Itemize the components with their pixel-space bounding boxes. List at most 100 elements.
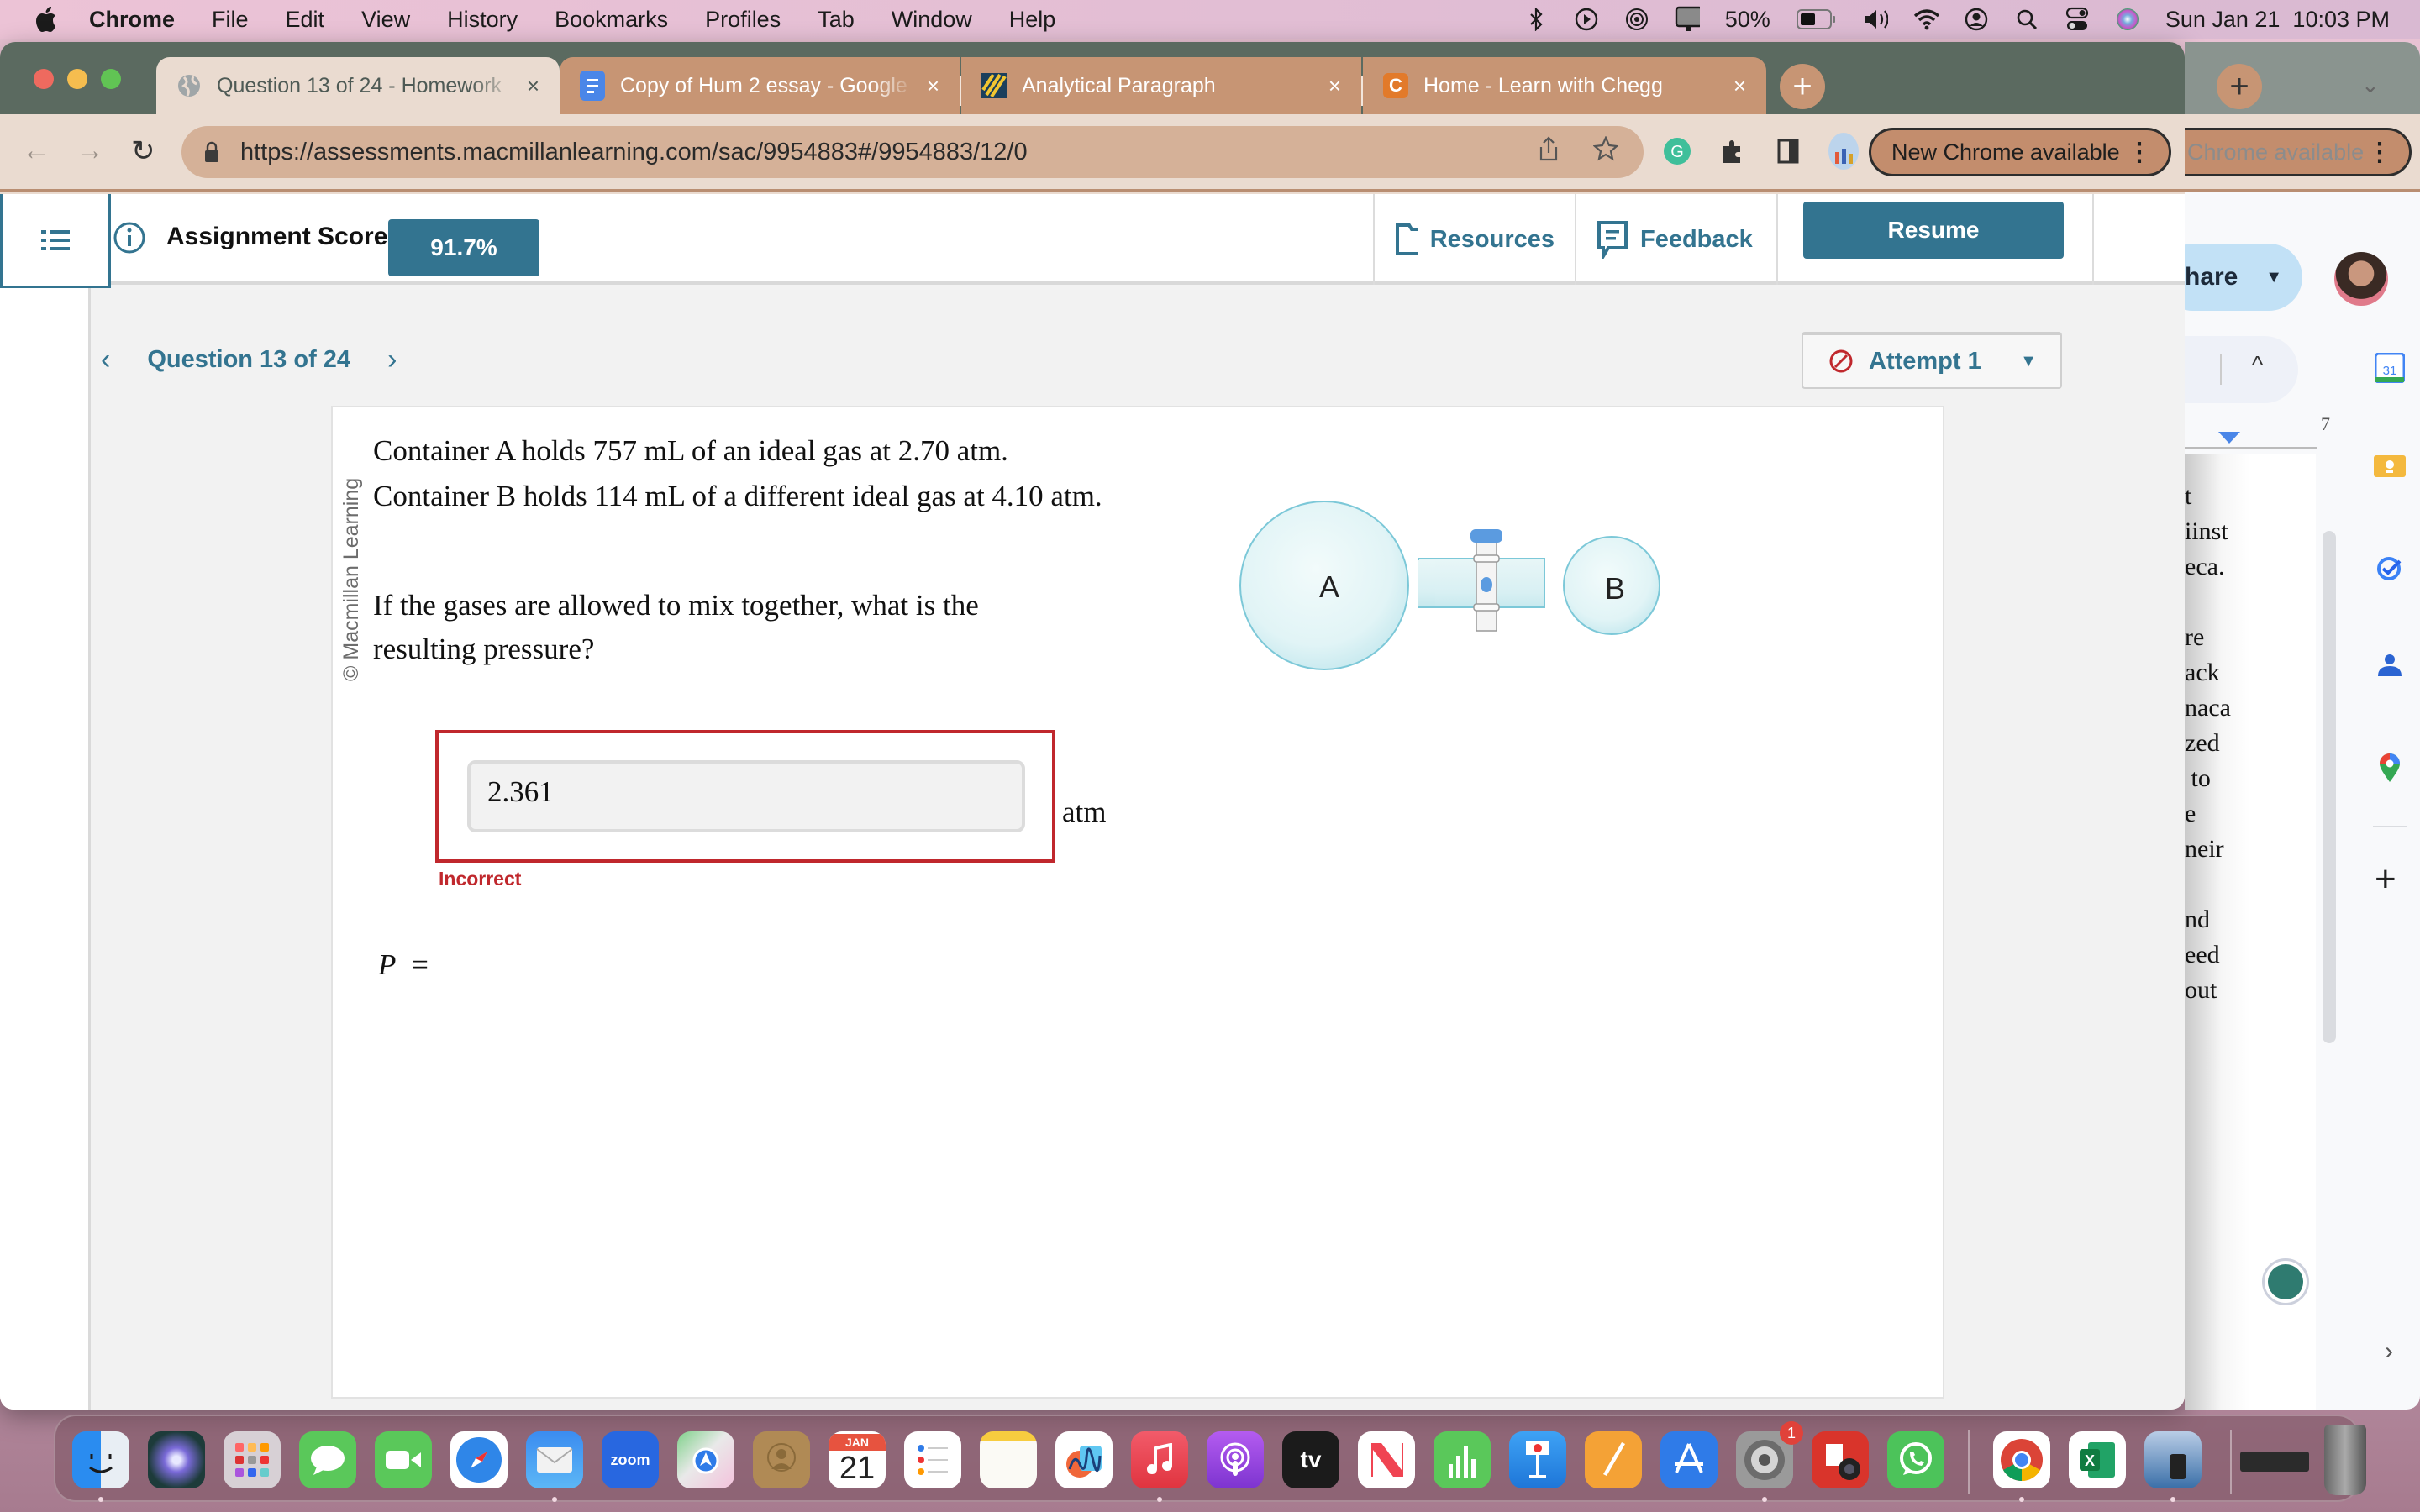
background-new-chrome-button[interactable]: Chrome available ⋮ <box>2185 128 2412 176</box>
menu-file[interactable]: File <box>212 7 249 33</box>
menu-window[interactable]: Window <box>892 7 972 33</box>
numbers-icon[interactable] <box>1434 1431 1491 1488</box>
reminders-icon[interactable] <box>904 1431 961 1488</box>
contacts-icon[interactable] <box>753 1431 810 1488</box>
docs-share-button[interactable]: hare ▼ <box>2185 244 2302 311</box>
google-tasks-icon[interactable] <box>2373 551 2407 585</box>
new-tab-button[interactable]: + <box>1780 64 1825 109</box>
forward-button[interactable]: → <box>76 134 104 167</box>
facetime-icon[interactable] <box>375 1431 432 1488</box>
extensions-puzzle-icon[interactable] <box>1716 131 1749 171</box>
previous-question-button[interactable]: ‹ <box>101 344 110 376</box>
resume-button[interactable]: Resume <box>1803 202 2064 259</box>
notes-icon[interactable] <box>980 1431 1037 1488</box>
resources-button[interactable]: Resources <box>1373 194 1575 285</box>
assistant-button[interactable] <box>2262 1258 2309 1305</box>
music-icon[interactable] <box>1131 1431 1188 1488</box>
google-maps-icon[interactable] <box>2373 751 2407 785</box>
menu-edit[interactable]: Edit <box>286 7 325 33</box>
menu-bookmarks[interactable]: Bookmarks <box>555 7 668 33</box>
tab-google-doc[interactable]: Copy of Hum 2 essay - Google × <box>560 57 960 114</box>
whatsapp-icon[interactable] <box>1887 1431 1944 1488</box>
airdrop-icon[interactable] <box>1624 7 1649 32</box>
calendar-icon[interactable]: JAN 21 <box>829 1431 886 1488</box>
maps-icon[interactable] <box>677 1431 734 1488</box>
close-window-button[interactable] <box>34 69 54 89</box>
google-keep-icon[interactable] <box>2373 450 2407 484</box>
freeform-icon[interactable] <box>1055 1431 1113 1488</box>
grammarly-icon[interactable]: G <box>1660 131 1694 171</box>
tab-analytical-paragraph[interactable]: Analytical Paragraph × <box>961 57 1361 114</box>
feedback-button[interactable]: Feedback <box>1575 194 1776 285</box>
google-calendar-icon[interactable]: 31 <box>2373 351 2407 385</box>
pages-icon[interactable] <box>1585 1431 1642 1488</box>
collapse-menus-button[interactable]: ^ <box>2185 336 2298 403</box>
battery-icon[interactable] <box>1796 7 1838 32</box>
side-panel-icon[interactable] <box>1771 131 1805 171</box>
expand-side-panel-chevron[interactable]: › <box>2385 1337 2393 1366</box>
next-question-button[interactable]: › <box>387 344 397 376</box>
apple-menu-icon[interactable] <box>34 5 59 34</box>
back-button[interactable]: ← <box>22 134 50 167</box>
launchpad-icon[interactable] <box>224 1431 281 1488</box>
bluetooth-icon[interactable] <box>1523 7 1549 32</box>
menu-help[interactable]: Help <box>1009 7 1056 33</box>
user-avatar[interactable] <box>2334 252 2388 306</box>
siri-app-icon[interactable] <box>148 1431 205 1488</box>
messages-icon[interactable] <box>299 1431 356 1488</box>
user-icon[interactable] <box>1964 7 1989 32</box>
spotlight-icon[interactable] <box>2014 7 2039 32</box>
share-icon[interactable] <box>1538 135 1560 169</box>
menu-view[interactable]: View <box>361 7 410 33</box>
clock[interactable]: Sun Jan 21 10:03 PM <box>2165 7 2390 33</box>
menu-app-name[interactable]: Chrome <box>89 7 175 33</box>
background-new-tab-button[interactable]: + <box>2217 64 2262 109</box>
app-store-icon[interactable] <box>1660 1431 1718 1488</box>
menu-history[interactable]: History <box>447 7 518 33</box>
tab-chegg[interactable]: C Home - Learn with Chegg × <box>1363 57 1766 114</box>
keynote-icon[interactable] <box>1509 1431 1566 1488</box>
trash-icon[interactable] <box>2324 1425 2366 1495</box>
tab-search-chevron-icon[interactable]: ⌄ <box>2361 72 2380 98</box>
address-bar[interactable]: https://assessments.macmillanlearning.co… <box>182 126 1644 178</box>
tab-close-button[interactable]: × <box>1328 73 1341 99</box>
minimized-window-thumbnail[interactable] <box>2240 1452 2309 1472</box>
indent-marker-icon[interactable] <box>2218 432 2240 444</box>
kebab-menu-icon[interactable]: ⋮ <box>2127 138 2152 167</box>
pressure-answer-input[interactable]: 2.361 <box>467 760 1025 832</box>
question-list-toggle[interactable] <box>0 194 111 288</box>
minimize-window-button[interactable] <box>67 69 87 89</box>
chrome-app-icon[interactable] <box>1993 1431 2050 1488</box>
google-contacts-icon[interactable] <box>2373 648 2407 682</box>
play-icon[interactable] <box>1574 7 1599 32</box>
photo-booth-icon[interactable] <box>1812 1431 1869 1488</box>
tab-close-button[interactable]: × <box>927 73 939 99</box>
display-icon[interactable] <box>1675 6 1700 32</box>
bookmark-star-icon[interactable] <box>1592 135 1619 168</box>
maximize-window-button[interactable] <box>101 69 121 89</box>
wifi-icon[interactable] <box>1913 7 1939 32</box>
tab-close-button[interactable]: × <box>527 73 539 99</box>
siri-icon[interactable] <box>2115 7 2140 32</box>
zoom-icon[interactable]: zoom <box>602 1431 659 1488</box>
menu-profiles[interactable]: Profiles <box>705 7 781 33</box>
apple-tv-icon[interactable]: tv <box>1282 1431 1339 1488</box>
preview-icon[interactable] <box>2144 1431 2202 1488</box>
question-counter[interactable]: Question 13 of 24 <box>147 346 350 374</box>
profile-avatar[interactable] <box>1827 131 1860 171</box>
safari-icon[interactable] <box>450 1431 508 1488</box>
finder-icon[interactable] <box>72 1431 129 1488</box>
excel-icon[interactable]: X <box>2069 1431 2126 1488</box>
tab-close-button[interactable]: × <box>1733 73 1746 99</box>
docs-scrollbar[interactable] <box>2323 531 2336 1043</box>
add-addon-button[interactable]: + <box>2375 858 2396 900</box>
podcasts-icon[interactable] <box>1207 1431 1264 1488</box>
info-icon[interactable] <box>113 221 146 255</box>
news-icon[interactable] <box>1358 1431 1415 1488</box>
menu-tab[interactable]: Tab <box>818 7 855 33</box>
new-chrome-available-button[interactable]: New Chrome available ⋮ <box>1869 128 2171 176</box>
control-center-icon[interactable] <box>2065 7 2090 32</box>
reload-button[interactable]: ↻ <box>131 134 155 168</box>
tab-question[interactable]: Question 13 of 24 - Homework × <box>156 57 560 114</box>
mail-icon[interactable] <box>526 1431 583 1488</box>
